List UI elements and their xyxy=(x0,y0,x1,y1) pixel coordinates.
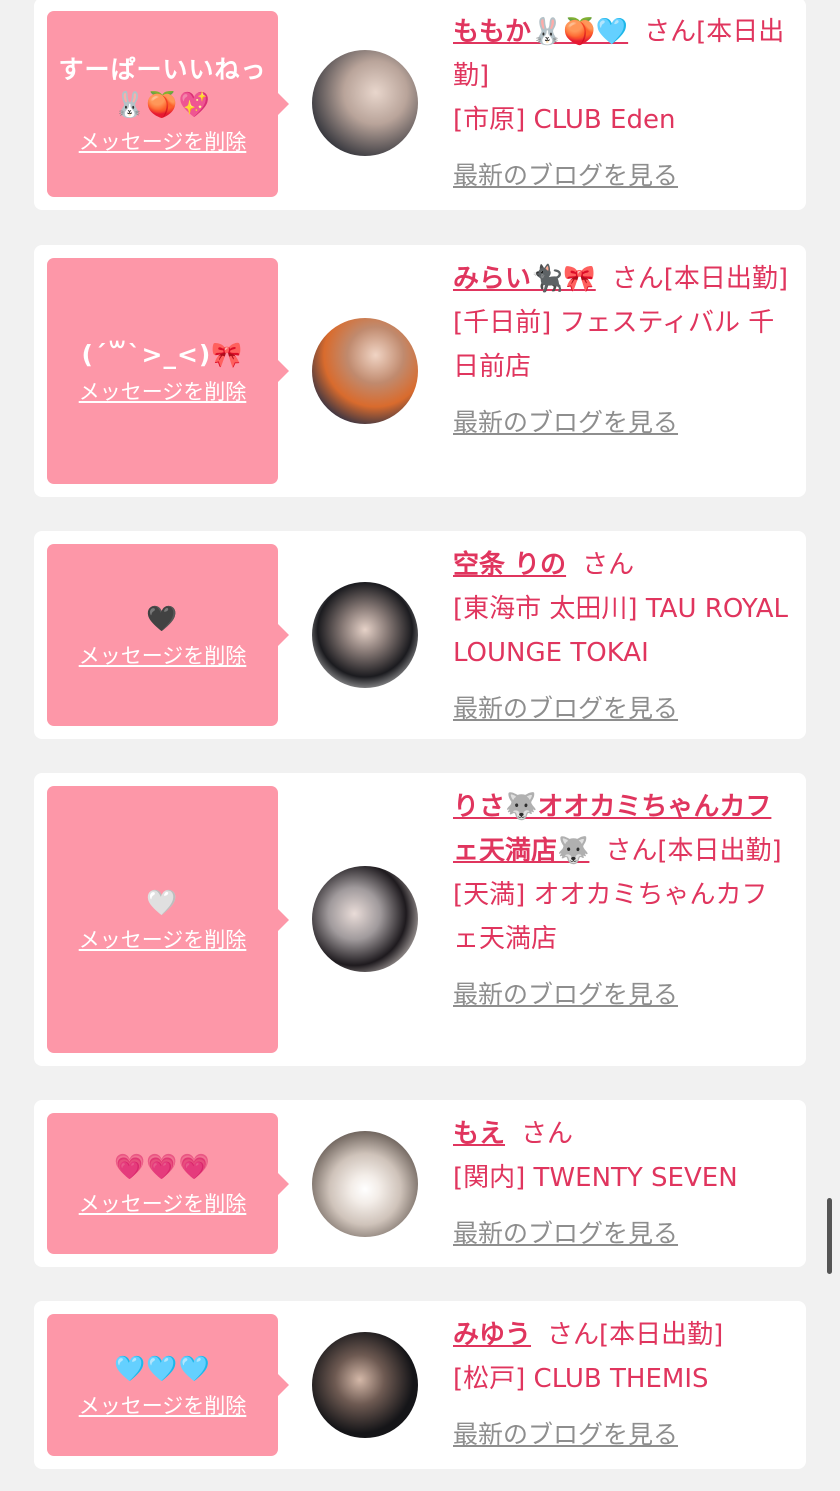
honorific: さん xyxy=(521,1119,574,1149)
message-bubble: 💗💗💗 メッセージを削除 xyxy=(47,1113,289,1254)
message-card: (ˊ꒳ˋ>_<)🎀 メッセージを削除 みらい🐈‍⬛🎀 さん[本日出勤] [千日前]… xyxy=(34,245,806,497)
latest-blog-link[interactable]: 最新のブログを見る xyxy=(453,154,678,198)
avatar[interactable] xyxy=(312,1332,418,1438)
latest-blog-link[interactable]: 最新のブログを見る xyxy=(453,687,678,731)
message-card: 🖤 メッセージを削除 空条 りの さん [東海市 太田川] TAU ROYAL L… xyxy=(34,531,806,739)
message-card: 🩵🩵🩵 メッセージを削除 みゆう さん[本日出勤] [松戸] CLUB THEMI… xyxy=(34,1301,806,1469)
message-text: 💗💗💗 xyxy=(114,1152,211,1181)
message-card: 🤍 メッセージを削除 りさ🐺オオカミちゃんカフェ天満店🐺 さん[本日出勤] [天満… xyxy=(34,773,806,1066)
delete-message-link[interactable]: メッセージを削除 xyxy=(79,126,247,156)
cast-info: ももか🐰🍑🩵 さん[本日出勤] [市原] CLUB Eden 最新のブログを見る xyxy=(453,10,789,198)
delete-message-link[interactable]: メッセージを削除 xyxy=(79,924,247,954)
cast-info: みゆう さん[本日出勤] [松戸] CLUB THEMIS 最新のブログを見る xyxy=(453,1313,789,1457)
message-text: (ˊ꒳ˋ>_<)🎀 xyxy=(81,339,244,369)
delete-message-link[interactable]: メッセージを削除 xyxy=(79,376,247,406)
shop-name: [関内] TWENTY SEVEN xyxy=(453,1163,738,1193)
cast-name-link[interactable]: みゆう xyxy=(453,1320,531,1350)
shop-name: [市原] CLUB Eden xyxy=(453,105,676,135)
avatar[interactable] xyxy=(312,866,418,972)
latest-blog-link[interactable]: 最新のブログを見る xyxy=(453,1413,678,1457)
honorific: さん xyxy=(547,1320,600,1350)
cast-info: みらい🐈‍⬛🎀 さん[本日出勤] [千日前] フェスティバル 千日前店 最新のブロ… xyxy=(453,257,789,445)
avatar[interactable] xyxy=(312,318,418,424)
cast-info: 空条 りの さん [東海市 太田川] TAU ROYAL LOUNGE TOKAI… xyxy=(453,543,789,731)
message-text: 🖤 xyxy=(146,603,179,633)
honorific: さん xyxy=(644,17,697,47)
shop-name: [松戸] CLUB THEMIS xyxy=(453,1364,709,1394)
latest-blog-link[interactable]: 最新のブログを見る xyxy=(453,1212,678,1256)
cast-info: りさ🐺オオカミちゃんカフェ天満店🐺 さん[本日出勤] [天満] オオカミちゃんカフ… xyxy=(453,785,789,1017)
message-card: すーぱーいいねっ🐰🍑💖 メッセージを削除 ももか🐰🍑🩵 さん[本日出勤] [市原]… xyxy=(34,0,806,210)
message-text: 🤍 xyxy=(146,888,179,917)
message-bubble: 🤍 メッセージを削除 xyxy=(47,786,289,1053)
cast-info: もえ さん [関内] TWENTY SEVEN 最新のブログを見る xyxy=(453,1112,789,1256)
message-text: 🩵🩵🩵 xyxy=(114,1353,211,1383)
message-list: すーぱーいいねっ🐰🍑💖 メッセージを削除 ももか🐰🍑🩵 さん[本日出勤] [市原]… xyxy=(0,0,840,1491)
scrollbar[interactable] xyxy=(827,1198,832,1274)
message-card: 💗💗💗 メッセージを削除 もえ さん [関内] TWENTY SEVEN 最新のブ… xyxy=(34,1100,806,1267)
cast-name-link[interactable]: みらい🐈‍⬛🎀 xyxy=(453,264,596,294)
honorific: さん xyxy=(605,836,658,866)
honorific: さん xyxy=(611,264,664,294)
status-text: [本日出勤] xyxy=(663,264,789,294)
cast-name-link[interactable]: もえ xyxy=(453,1119,505,1149)
delete-message-link[interactable]: メッセージを削除 xyxy=(79,640,247,670)
cast-name-link[interactable]: 空条 りの xyxy=(453,550,566,580)
message-bubble: (ˊ꒳ˋ>_<)🎀 メッセージを削除 xyxy=(47,258,289,484)
delete-message-link[interactable]: メッセージを削除 xyxy=(79,1390,247,1420)
shop-name: [東海市 太田川] TAU ROYAL LOUNGE TOKAI xyxy=(453,594,789,668)
status-text: [本日出勤] xyxy=(657,836,782,866)
status-text: [本日出勤] xyxy=(599,1320,724,1350)
latest-blog-link[interactable]: 最新のブログを見る xyxy=(453,973,678,1017)
honorific: さん xyxy=(582,550,635,580)
cast-name-link[interactable]: ももか🐰🍑🩵 xyxy=(453,17,628,47)
shop-name: [天満] オオカミちゃんカフェ天満店 xyxy=(453,880,768,954)
delete-message-link[interactable]: メッセージを削除 xyxy=(79,1188,247,1218)
message-bubble: 🖤 メッセージを削除 xyxy=(47,544,289,726)
latest-blog-link[interactable]: 最新のブログを見る xyxy=(453,401,678,445)
avatar[interactable] xyxy=(312,50,418,156)
message-text: すーぱーいいねっ🐰🍑💖 xyxy=(58,55,267,119)
shop-name: [千日前] フェスティバル 千日前店 xyxy=(453,308,775,382)
avatar[interactable] xyxy=(312,582,418,688)
message-bubble: すーぱーいいねっ🐰🍑💖 メッセージを削除 xyxy=(47,11,289,197)
avatar[interactable] xyxy=(312,1131,418,1237)
message-bubble: 🩵🩵🩵 メッセージを削除 xyxy=(47,1314,289,1456)
